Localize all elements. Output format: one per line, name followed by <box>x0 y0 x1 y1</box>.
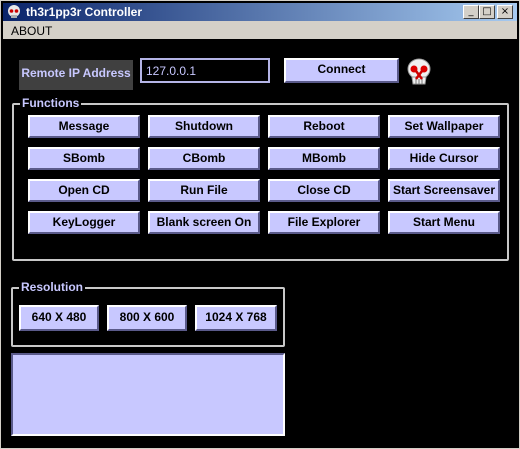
shutdown-button[interactable]: Shutdown <box>148 115 260 138</box>
open-cd-button[interactable]: Open CD <box>28 179 140 202</box>
resolution-800-button[interactable]: 800 X 600 <box>107 305 187 331</box>
set-wallpaper-button[interactable]: Set Wallpaper <box>388 115 500 138</box>
resolution-1024-button[interactable]: 1024 X 768 <box>195 305 277 331</box>
controller-window: th3r1pp3r Controller _ □ × ABOUT Remote … <box>0 0 520 449</box>
resolution-group: Resolution 640 X 480 800 X 600 1024 X 76… <box>11 280 285 347</box>
menu-about[interactable]: ABOUT <box>11 24 52 38</box>
start-menu-button[interactable]: Start Menu <box>388 211 500 234</box>
resolution-group-label: Resolution <box>19 280 85 294</box>
reboot-button[interactable]: Reboot <box>268 115 380 138</box>
mbomb-button[interactable]: MBomb <box>268 147 380 170</box>
close-cd-button[interactable]: Close CD <box>268 179 380 202</box>
functions-group-label: Functions <box>20 96 82 110</box>
file-explorer-button[interactable]: File Explorer <box>268 211 380 234</box>
output-box[interactable] <box>11 353 285 436</box>
menu-bar: ABOUT <box>3 21 517 39</box>
skull-icon <box>8 5 20 18</box>
remote-ip-label: Remote IP Address <box>19 60 133 90</box>
message-button[interactable]: Message <box>28 115 140 138</box>
maximize-button[interactable]: □ <box>479 5 495 19</box>
keylogger-button[interactable]: KeyLogger <box>28 211 140 234</box>
functions-group: Functions Message Shutdown Reboot Set Wa… <box>12 96 509 261</box>
minimize-button[interactable]: _ <box>463 5 479 19</box>
close-button[interactable]: × <box>497 5 513 19</box>
connect-button[interactable]: Connect <box>284 58 399 83</box>
ip-address-input[interactable] <box>140 58 270 83</box>
run-file-button[interactable]: Run File <box>148 179 260 202</box>
cbomb-button[interactable]: CBomb <box>148 147 260 170</box>
hide-cursor-button[interactable]: Hide Cursor <box>388 147 500 170</box>
sbomb-button[interactable]: SBomb <box>28 147 140 170</box>
start-screensaver-button[interactable]: Start Screensaver <box>388 179 500 202</box>
resolution-640-button[interactable]: 640 X 480 <box>19 305 99 331</box>
blank-screen-button[interactable]: Blank screen On <box>148 211 260 234</box>
window-title: th3r1pp3r Controller <box>26 5 143 19</box>
skull-logo-icon <box>407 58 431 85</box>
title-bar[interactable]: th3r1pp3r Controller _ □ × <box>3 3 517 21</box>
